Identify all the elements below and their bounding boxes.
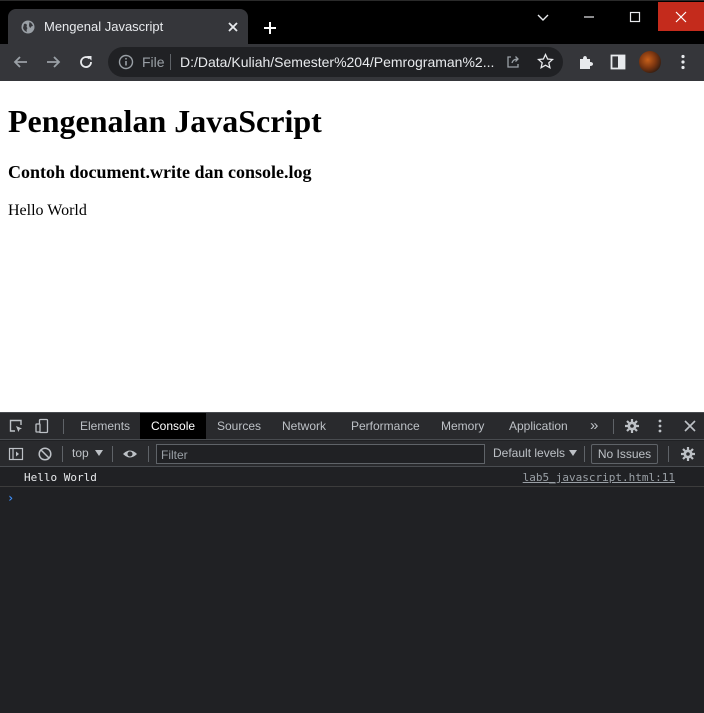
log-levels-dropdown[interactable]: Default levels (493, 446, 565, 460)
context-selector[interactable]: top (72, 446, 89, 460)
filter-input[interactable]: Filter (156, 444, 485, 464)
show-sidebar-icon[interactable] (8, 446, 24, 462)
chevron-down-icon (537, 14, 549, 21)
close-devtools-icon[interactable] (682, 418, 698, 434)
filter-placeholder: Filter (161, 448, 188, 462)
issues-button[interactable]: No Issues (591, 444, 658, 464)
minimize-icon (584, 16, 594, 18)
page-body-text: Hello World (8, 202, 87, 219)
page-heading: Pengenalan JavaScript (8, 103, 322, 139)
address-bar[interactable]: File D:/Data/Kuliah/Semester%204/Pemrogr… (108, 47, 563, 77)
inspect-element-icon[interactable] (8, 418, 24, 434)
devtools-panel: Elements Console Sources Network Perform… (0, 412, 704, 713)
page-subheading: Contoh document.write dan console.log (8, 162, 312, 182)
tab-network[interactable]: Network (282, 413, 326, 439)
bookmark-star-icon[interactable] (537, 53, 554, 70)
close-window-button[interactable] (658, 2, 704, 31)
maximize-icon (629, 11, 641, 23)
settings-gear-icon[interactable] (624, 418, 640, 434)
tab-title: Mengenal Javascript (44, 19, 164, 34)
console-message-text: Hello World (24, 471, 97, 484)
tab-console[interactable]: Console (140, 413, 207, 439)
console-settings-gear-icon[interactable] (680, 446, 696, 462)
maximize-button[interactable] (612, 2, 658, 31)
browser-toolbar: File D:/Data/Kuliah/Semester%204/Pemrogr… (0, 44, 704, 81)
forward-arrow-icon[interactable] (44, 53, 62, 71)
url-text[interactable]: D:/Data/Kuliah/Semester%204/Pemrograman%… (180, 54, 500, 70)
globe-icon (21, 20, 35, 34)
devtools-tab-bar: Elements Console Sources Network Perform… (0, 413, 704, 440)
console-message: Hello World lab5_javascript.html:11 (0, 468, 704, 487)
tab-performance[interactable]: Performance (351, 413, 420, 439)
menu-kebab-icon[interactable] (674, 53, 692, 71)
console-source-link[interactable]: lab5_javascript.html:11 (523, 471, 675, 484)
tab-search-button[interactable] (520, 2, 566, 31)
toolbar-divider (584, 446, 585, 462)
profile-avatar[interactable] (639, 51, 661, 73)
browser-tab[interactable]: Mengenal Javascript (8, 9, 248, 45)
back-arrow-icon[interactable] (12, 53, 30, 71)
device-toolbar-icon[interactable] (34, 418, 50, 434)
caret-down-icon (95, 450, 103, 456)
caret-down-icon (569, 450, 577, 456)
extensions-puzzle-icon[interactable] (577, 53, 595, 71)
side-panel-icon[interactable] (609, 53, 627, 71)
devtools-divider (613, 419, 614, 434)
more-tabs-button[interactable]: » (590, 413, 598, 439)
tab-sources[interactable]: Sources (217, 413, 261, 439)
tab-memory[interactable]: Memory (441, 413, 484, 439)
console-prompt[interactable]: › (7, 491, 14, 505)
page-viewport: Pengenalan JavaScript Contoh document.wr… (0, 81, 704, 412)
toolbar-divider (112, 446, 113, 462)
title-bar: Mengenal Javascript (0, 0, 704, 45)
clear-console-icon[interactable] (37, 446, 53, 462)
tab-elements[interactable]: Elements (80, 413, 130, 439)
reload-icon[interactable] (77, 53, 95, 71)
devtools-menu-icon[interactable] (652, 418, 668, 434)
close-icon (675, 11, 687, 23)
new-tab-icon[interactable] (262, 20, 278, 36)
tab-application[interactable]: Application (509, 413, 568, 439)
omnibox-divider (170, 54, 171, 70)
share-icon[interactable] (505, 54, 521, 70)
close-tab-icon[interactable] (226, 20, 240, 34)
toolbar-divider (148, 446, 149, 462)
info-icon[interactable] (118, 54, 134, 70)
minimize-button[interactable] (566, 2, 612, 31)
toolbar-divider (62, 446, 63, 462)
console-toolbar: top Filter Default levels No Issues (0, 441, 704, 467)
live-expression-eye-icon[interactable] (122, 446, 138, 462)
toolbar-divider (668, 446, 669, 462)
devtools-divider (63, 419, 64, 434)
scheme-label: File (142, 54, 165, 70)
